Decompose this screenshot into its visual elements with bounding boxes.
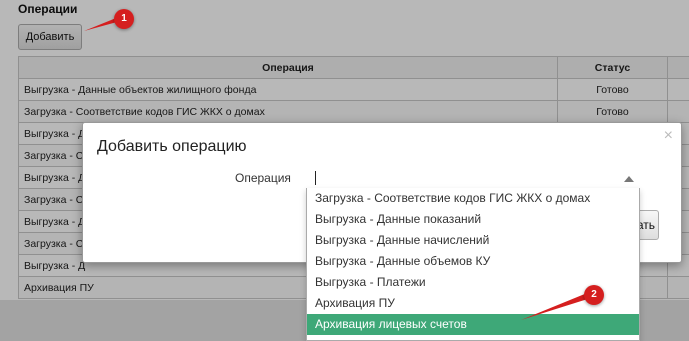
close-icon[interactable]: × [664, 127, 673, 145]
dropdown-option-selected[interactable]: Архивация лицевых счетов [307, 314, 639, 335]
dropdown-option[interactable]: Выгрузка - Данные показаний [307, 209, 639, 230]
annotation-marker-2: 2 [584, 285, 604, 305]
text-cursor [315, 171, 316, 185]
dropdown-option[interactable]: Выгрузка - Данные начислений [307, 230, 639, 251]
operation-field-label: Операция [235, 171, 291, 185]
dropdown-option[interactable]: Загрузка - Соответствие кодов ГИС ЖКХ о … [307, 188, 639, 209]
annotation-marker-1: 1 [114, 9, 134, 29]
dropdown-option[interactable]: Выгрузка - Данные объемов КУ [307, 251, 639, 272]
operation-dropdown-list[interactable]: Загрузка - Соответствие кодов ГИС ЖКХ о … [306, 188, 640, 341]
chevron-up-icon[interactable] [624, 176, 634, 182]
dialog-title: Добавить операцию [97, 138, 247, 155]
operation-select[interactable] [307, 167, 638, 189]
